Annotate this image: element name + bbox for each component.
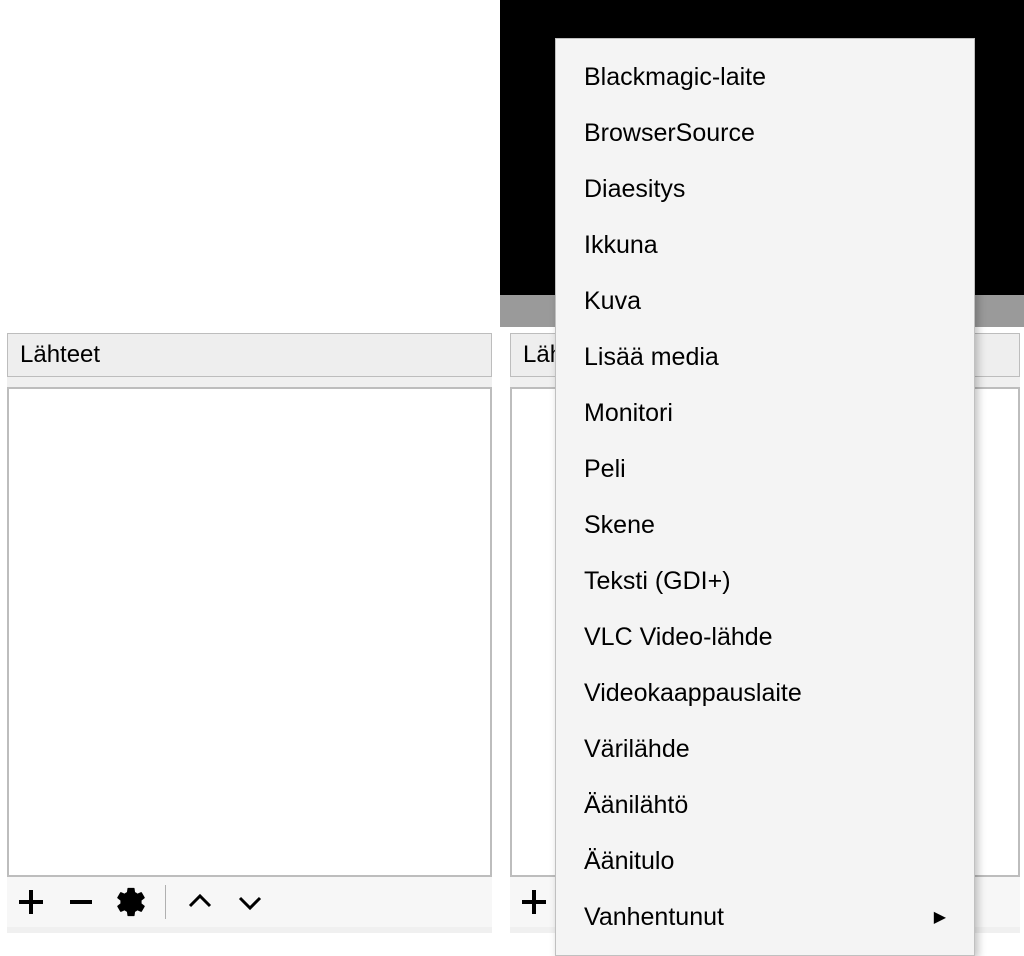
menu-item[interactable]: Äänitulo [556, 833, 974, 889]
menu-item[interactable]: Kuva [556, 273, 974, 329]
menu-item-label: Diaesitys [584, 175, 685, 204]
menu-item[interactable]: VLC Video-lähde [556, 609, 974, 665]
submenu-arrow-icon: ▶ [934, 907, 946, 927]
menu-item-label: VLC Video-lähde [584, 623, 773, 652]
menu-item-label: Skene [584, 511, 655, 540]
move-up-button[interactable] [182, 884, 218, 920]
menu-item[interactable]: Äänilähtö [556, 777, 974, 833]
sources-toolbar-left [7, 877, 492, 927]
menu-item[interactable]: Peli [556, 441, 974, 497]
menu-item[interactable]: Videokaappauslaite [556, 665, 974, 721]
menu-item-label: Monitori [584, 399, 673, 428]
menu-item[interactable]: Blackmagic-laite [556, 49, 974, 105]
panel-title-left: Lähteet [20, 341, 100, 369]
menu-item-label: Vanhentunut [584, 903, 724, 932]
panel-header-left: Lähteet [7, 333, 492, 377]
add-source-button[interactable] [516, 884, 552, 920]
menu-item-label: BrowserSource [584, 119, 755, 148]
menu-item[interactable]: Diaesitys [556, 161, 974, 217]
menu-item[interactable]: Teksti (GDI+) [556, 553, 974, 609]
menu-item-label: Äänitulo [584, 847, 674, 876]
menu-item-label: Peli [584, 455, 626, 484]
sources-panel-left: Lähteet [7, 333, 492, 933]
toolbar-divider [165, 885, 166, 919]
menu-item[interactable]: Vanhentunut ▶ [556, 889, 974, 945]
move-down-button[interactable] [232, 884, 268, 920]
menu-item-label: Ikkuna [584, 231, 658, 260]
menu-item-label: Videokaappauslaite [584, 679, 802, 708]
menu-item-label: Lisää media [584, 343, 719, 372]
menu-item-label: Äänilähtö [584, 791, 688, 820]
remove-source-button[interactable] [63, 884, 99, 920]
menu-item[interactable]: Monitori [556, 385, 974, 441]
sources-list-left[interactable] [7, 387, 492, 877]
menu-item-label: Värilähde [584, 735, 690, 764]
add-source-button[interactable] [13, 884, 49, 920]
menu-item[interactable]: BrowserSource [556, 105, 974, 161]
menu-item-label: Kuva [584, 287, 641, 316]
menu-item-label: Blackmagic-laite [584, 63, 766, 92]
menu-item[interactable]: Värilähde [556, 721, 974, 777]
menu-item[interactable]: Ikkuna [556, 217, 974, 273]
menu-item[interactable]: Lisää media [556, 329, 974, 385]
add-source-context-menu: Blackmagic-laite BrowserSource Diaesitys Ik… [555, 38, 975, 956]
menu-item-label: Teksti (GDI+) [584, 567, 731, 596]
menu-item[interactable]: Skene [556, 497, 974, 553]
settings-button[interactable] [113, 884, 149, 920]
